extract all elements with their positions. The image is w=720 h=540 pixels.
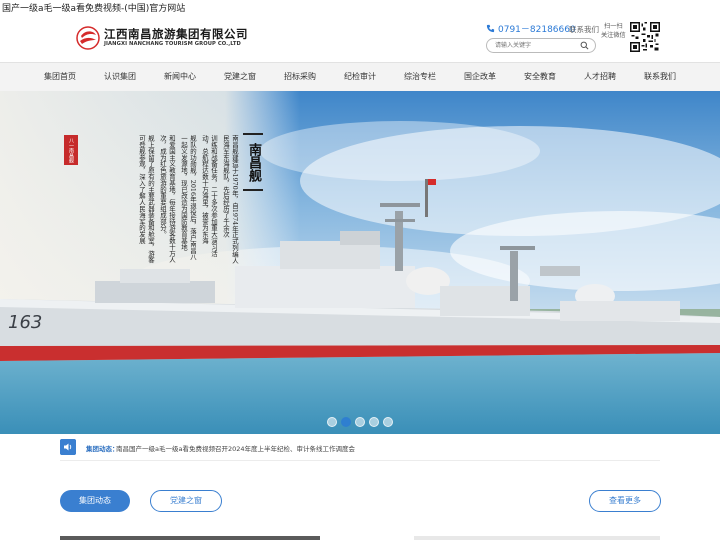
nav-party[interactable]: 党建之窗 [210, 63, 270, 91]
hero-banner[interactable]: 163 八一南昌舰 南昌舰 南昌舰建造于1970年，自1974年正式列编人民海军… [0, 91, 720, 434]
search-input[interactable] [495, 39, 575, 52]
banner-text-col-2: 训练和战备任务，二十多次参加重大演习活动，总航程达数十万海里，被誉为东海 [201, 135, 218, 257]
nav-audit[interactable]: 纪检审计 [330, 63, 390, 91]
scan-line-2: 关注微信 [601, 32, 626, 39]
nav-news[interactable]: 新闻中心 [150, 63, 210, 91]
search-icon[interactable] [580, 41, 589, 50]
slider-dot[interactable] [383, 417, 393, 427]
search-box [486, 38, 596, 53]
slider-dot[interactable] [369, 417, 379, 427]
header: 江西南昌旅游集团有限公司 JIANGXI NANCHANG TOURISM GR… [0, 14, 720, 62]
banner-image: 163 [0, 91, 720, 434]
main-nav: 集团首页 认识集团 新闻中心 党建之窗 招标采购 纪检审计 综治专栏 国企改革 … [0, 62, 720, 91]
nav-reform[interactable]: 国企改革 [450, 63, 510, 91]
ship-title: 南昌舰 [243, 133, 263, 191]
phone-text: 0791－82186660 [498, 25, 576, 35]
ticker-label: 集团动态： [86, 445, 119, 453]
news-image-strip [60, 536, 320, 540]
phone-number: 0791－82186660 [486, 22, 576, 35]
slider-dot[interactable] [327, 417, 337, 427]
news-ticker: 集团动态： 南昌国产一级a毛一级a看免费视频召开2024年度上半年纪检、审计条线… [60, 438, 660, 461]
contact-link[interactable]: 联系我们 [569, 24, 599, 35]
banner-text-col-4: 和爱国主义教育基地，每年接待游客数十万人次，成为红色旅游的重要组成部分。 [159, 135, 176, 263]
nav-careers[interactable]: 人才招聘 [570, 63, 630, 91]
nav-home[interactable]: 集团首页 [30, 63, 90, 91]
hull-number: 163 [8, 312, 42, 333]
nav-about[interactable]: 认识集团 [90, 63, 150, 91]
wechat-scan-text: 扫一扫 关注微信 [601, 22, 626, 40]
banner-text-col-3: 舰队的功勋舰，2016年退役后，落户南昌八一起义发源地，现已改造为国防教育基地 [180, 135, 197, 261]
tab-group-news[interactable]: 集团动态 [60, 490, 130, 512]
slider-dot[interactable] [355, 417, 365, 427]
news-list-strip [414, 536, 660, 540]
scan-line-1: 扫一扫 [604, 23, 623, 30]
phone-icon [486, 24, 495, 33]
tab-party-building[interactable]: 党建之窗 [150, 490, 222, 512]
view-more-button[interactable]: 查看更多 [589, 490, 661, 512]
company-name-cn[interactable]: 江西南昌旅游集团有限公司 [104, 26, 248, 42]
speaker-icon [60, 439, 76, 455]
qr-code-icon [630, 22, 660, 52]
seal-stamp: 八一南昌舰 [64, 135, 78, 165]
banner-text-col-1: 南昌舰建造于1970年，自1974年正式列编人民海军东海舰队，先后经历了千余次 [222, 135, 239, 264]
nav-procurement[interactable]: 招标采购 [270, 63, 330, 91]
logo-icon[interactable] [76, 26, 100, 50]
nav-contact[interactable]: 联系我们 [630, 63, 690, 91]
site-title: 国产一级a毛一级a看免费视频-(中国)官方网站 [2, 4, 186, 14]
ticker-news-link[interactable]: 南昌国产一级a毛一级a看免费视频召开2024年度上半年纪检、审计条线工作调度会 [116, 443, 355, 453]
banner-text-col-5: 舰上保留了原有的主要武器装备和舱室，游客可登舰参观，深入了解人民海军的发展 [138, 135, 155, 263]
nav-safety[interactable]: 安全教育 [510, 63, 570, 91]
company-name-en: JIANGXI NANCHANG TOURISM GROUP CO.,LTD [104, 41, 241, 47]
nav-governance[interactable]: 综治专栏 [390, 63, 450, 91]
slider-dot-active[interactable] [341, 417, 351, 427]
